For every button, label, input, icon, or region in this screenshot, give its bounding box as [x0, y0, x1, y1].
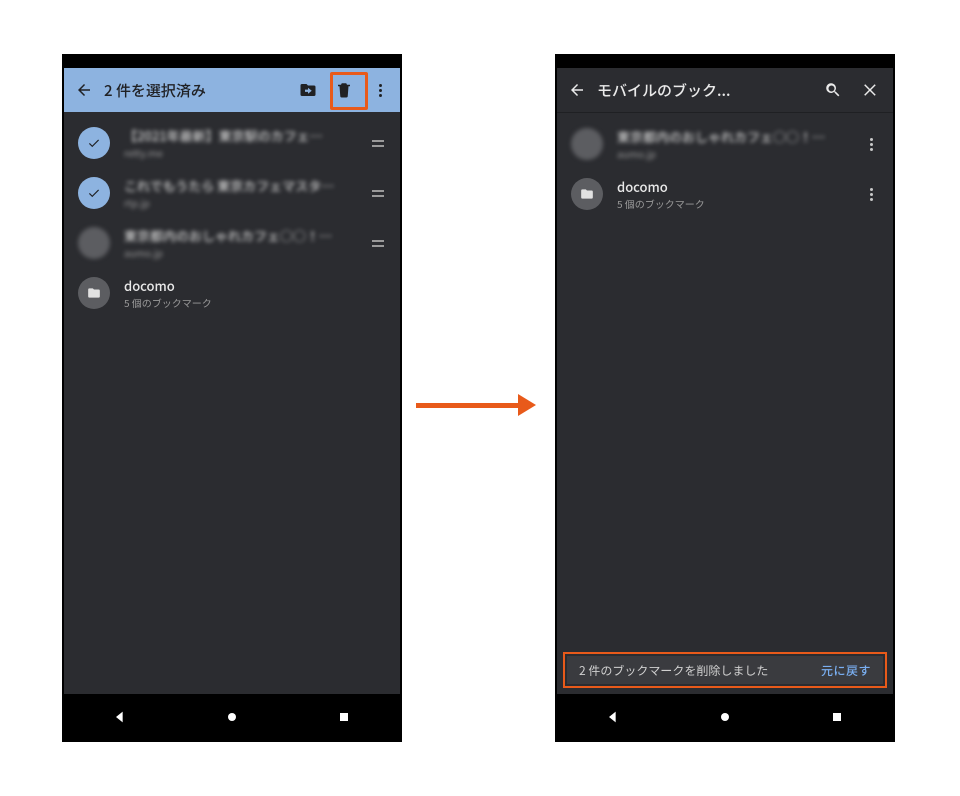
close-button[interactable] — [857, 76, 885, 104]
nav-back-icon — [605, 709, 621, 725]
nav-home-icon — [224, 709, 240, 725]
arrow-back-icon — [568, 81, 586, 99]
trash-icon — [335, 81, 353, 99]
nav-recents[interactable] — [829, 709, 845, 725]
drag-icon — [372, 240, 384, 247]
bookmark-subtitle: aumo.jp — [617, 146, 859, 161]
row-overflow[interactable] — [859, 188, 883, 201]
folder-icon — [87, 286, 101, 300]
transition-arrow — [416, 390, 536, 420]
overflow-button[interactable] — [366, 76, 394, 104]
back-button[interactable] — [64, 76, 104, 104]
folder-subtitle: 5 個のブックマーク — [124, 295, 390, 310]
more-vert-icon — [870, 188, 873, 201]
selected-indicator[interactable] — [78, 127, 110, 159]
drag-icon — [372, 140, 384, 147]
snackbar-message: 2 件のブックマークを削除しました — [579, 662, 821, 679]
move-button[interactable] — [294, 76, 322, 104]
system-nav-bar — [64, 694, 400, 740]
bookmark-row[interactable]: これでもうたら 東京カフェマスタ… rtp.jp — [64, 168, 400, 218]
search-icon — [824, 81, 842, 99]
nav-recents-icon — [336, 709, 352, 725]
check-icon — [87, 136, 101, 150]
appbar-title: モバイルのブック... — [597, 80, 819, 101]
more-vert-icon — [870, 138, 873, 151]
selection-count-title: 2 件を選択済み — [104, 80, 294, 101]
screen-right: モバイルのブック... 東京都内のおしゃれカフェ○○！… aumo.jp — [557, 68, 893, 694]
favicon-placeholder[interactable] — [78, 227, 110, 259]
nav-back[interactable] — [605, 709, 621, 725]
drag-icon — [372, 190, 384, 197]
bookmark-row[interactable]: 【2021年最新】東京駅のカフェ… retty.me — [64, 118, 400, 168]
bookmark-title: これでもうたら 東京カフェマスタ… — [124, 176, 366, 195]
close-icon — [862, 81, 880, 99]
phone-right-frame: モバイルのブック... 東京都内のおしゃれカフェ○○！… aumo.jp — [555, 54, 895, 742]
bookmark-row[interactable]: 東京都内のおしゃれカフェ○○！… aumo.jp — [557, 119, 893, 169]
folder-indicator[interactable] — [78, 277, 110, 309]
bookmark-subtitle: aumo.jp — [124, 245, 366, 260]
folder-icon — [580, 187, 594, 201]
undo-button[interactable]: 元に戻す — [821, 662, 871, 679]
bookmark-folder-row[interactable]: docomo 5 個のブックマーク — [557, 169, 893, 219]
screen-left: 2 件を選択済み — [64, 68, 400, 694]
drag-handle[interactable] — [366, 190, 390, 197]
highlight-snackbar: 2 件のブックマークを削除しました 元に戻す — [563, 652, 887, 688]
arrow-back-icon — [75, 81, 93, 99]
folder-subtitle: 5 個のブックマーク — [617, 196, 859, 211]
row-overflow[interactable] — [859, 138, 883, 151]
back-button[interactable] — [557, 76, 597, 104]
check-icon — [87, 186, 101, 200]
nav-back[interactable] — [112, 709, 128, 725]
delete-button[interactable] — [330, 76, 358, 104]
phone-left-frame: 2 件を選択済み — [62, 54, 402, 742]
bookmark-subtitle: rtp.jp — [124, 195, 366, 210]
bookmark-title: 東京都内のおしゃれカフェ○○！… — [124, 226, 366, 245]
folder-title: docomo — [124, 276, 390, 295]
nav-home-icon — [717, 709, 733, 725]
bookmark-title: 【2021年最新】東京駅のカフェ… — [124, 126, 366, 145]
arrow-shaft — [416, 403, 518, 408]
nav-home[interactable] — [224, 709, 240, 725]
favicon-placeholder[interactable] — [571, 128, 603, 160]
bookmark-subtitle: retty.me — [124, 145, 366, 160]
move-folder-icon — [299, 81, 317, 99]
arrow-head-icon — [518, 394, 536, 416]
bookmark-title: 東京都内のおしゃれカフェ○○！… — [617, 127, 859, 146]
nav-recents[interactable] — [336, 709, 352, 725]
bookmark-row[interactable]: 東京都内のおしゃれカフェ○○！… aumo.jp — [64, 218, 400, 268]
selection-appbar: 2 件を選択済み — [64, 68, 400, 112]
nav-recents-icon — [829, 709, 845, 725]
bookmark-list: 東京都内のおしゃれカフェ○○！… aumo.jp docomo 5 個のブックマ… — [557, 113, 893, 219]
delete-snackbar: 2 件のブックマークを削除しました 元に戻す — [567, 656, 883, 684]
nav-home[interactable] — [717, 709, 733, 725]
more-vert-icon — [379, 84, 382, 97]
bookmarks-appbar: モバイルのブック... — [557, 68, 893, 113]
folder-title: docomo — [617, 177, 859, 196]
bookmark-list: 【2021年最新】東京駅のカフェ… retty.me これでもうたら 東京カフェ… — [64, 112, 400, 318]
selected-indicator[interactable] — [78, 177, 110, 209]
system-nav-bar — [557, 694, 893, 740]
bookmark-folder-row[interactable]: docomo 5 個のブックマーク — [64, 268, 400, 318]
drag-handle[interactable] — [366, 240, 390, 247]
nav-back-icon — [112, 709, 128, 725]
folder-indicator[interactable] — [571, 178, 603, 210]
drag-handle[interactable] — [366, 140, 390, 147]
search-button[interactable] — [819, 76, 847, 104]
